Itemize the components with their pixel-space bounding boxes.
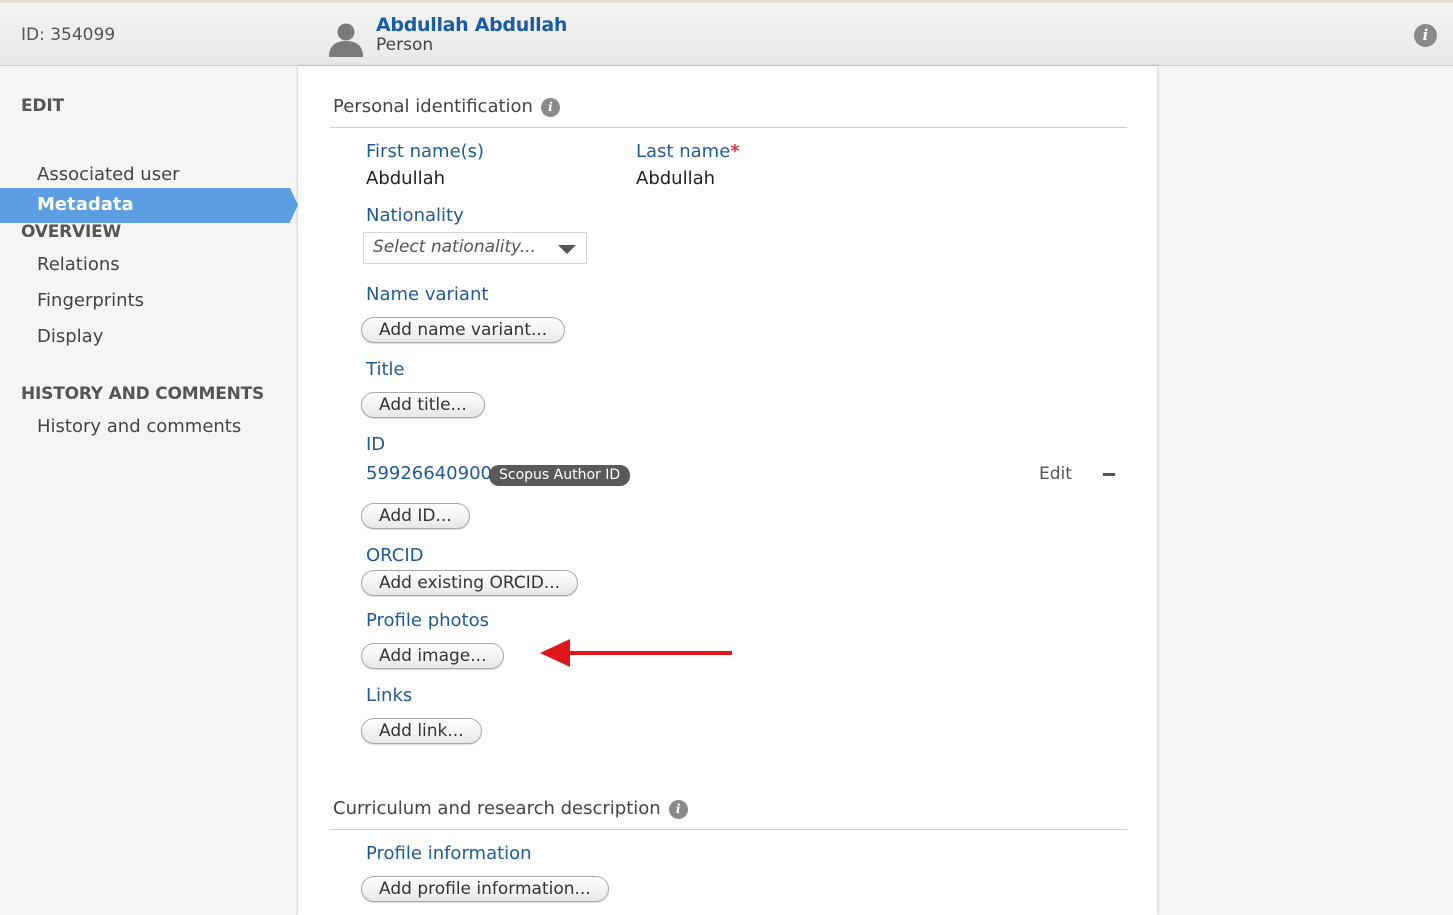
help-icon[interactable]: i <box>540 97 560 117</box>
record-type: Person <box>376 35 434 55</box>
sidebar-section-overview: OVERVIEW <box>21 222 122 242</box>
add-link-button[interactable]: Add link... <box>361 718 482 744</box>
sidebar-item-associated-user[interactable]: Associated user <box>37 164 180 185</box>
title-label: Title <box>366 359 405 380</box>
section-divider <box>330 127 1127 128</box>
last-name-label-text: Last name <box>636 141 731 162</box>
nationality-label: Nationality <box>366 205 464 226</box>
section-divider <box>330 829 1127 830</box>
add-image-button[interactable]: Add image... <box>361 643 505 669</box>
person-name-link[interactable]: Abdullah Abdullah <box>376 14 567 36</box>
add-id-button[interactable]: Add ID... <box>361 503 470 529</box>
name-variant-label: Name variant <box>366 284 489 305</box>
first-name-value: Abdullah <box>366 168 446 189</box>
section-title-text: Personal identification <box>333 96 533 117</box>
required-marker: * <box>730 141 740 162</box>
edit-id-link[interactable]: Edit <box>1039 464 1072 484</box>
add-orcid-button[interactable]: Add existing ORCID... <box>361 570 579 596</box>
main-panel: Personal identification i First name(s) A… <box>298 66 1157 915</box>
sidebar-section-history: HISTORY AND COMMENTS <box>21 384 265 404</box>
section-title-text: Curriculum and research description <box>333 798 661 819</box>
last-name-label: Last name* <box>636 141 740 162</box>
sidebar: EDIT Metadata Associated user OVERVIEW R… <box>0 67 298 915</box>
info-icon[interactable]: i <box>1414 24 1437 47</box>
add-name-variant-button[interactable]: Add name variant... <box>361 317 566 343</box>
section-title-curriculum: Curriculum and research description i <box>333 798 688 819</box>
profile-photos-label: Profile photos <box>366 610 489 631</box>
header-bar: ID: 354099 Abdullah Abdullah Person i <box>0 3 1453 66</box>
last-name-value: Abdullah <box>636 168 716 189</box>
arrow-head <box>540 639 570 667</box>
first-name-label: First name(s) <box>366 141 485 162</box>
record-id: ID: 354099 <box>21 25 116 45</box>
id-type-badge: Scopus Author ID <box>489 465 631 486</box>
links-label: Links <box>366 685 413 706</box>
section-title-personal-identification: Personal identification i <box>333 96 560 117</box>
add-title-button[interactable]: Add title... <box>361 392 485 418</box>
nationality-placeholder: Select nationality... <box>373 237 537 257</box>
help-icon[interactable]: i <box>668 799 688 819</box>
orcid-label: ORCID <box>366 545 424 566</box>
nationality-select[interactable]: Select nationality... <box>363 232 587 264</box>
remove-id-icon[interactable] <box>1103 473 1115 476</box>
sidebar-item-relations[interactable]: Relations <box>37 254 120 275</box>
id-value-link[interactable]: 59926640900 <box>366 463 492 484</box>
profile-information-label: Profile information <box>366 843 532 864</box>
annotation-arrow <box>540 639 732 667</box>
sidebar-item-label: Metadata <box>37 194 134 215</box>
id-label: ID <box>366 434 386 455</box>
person-avatar-icon <box>329 23 363 57</box>
sidebar-item-fingerprints[interactable]: Fingerprints <box>37 290 144 311</box>
sidebar-item-display[interactable]: Display <box>37 326 103 347</box>
add-profile-information-button[interactable]: Add profile information... <box>361 876 609 902</box>
sidebar-section-edit: EDIT <box>21 96 64 116</box>
chevron-down-icon <box>558 245 576 254</box>
sidebar-item-metadata[interactable]: Metadata <box>0 188 298 223</box>
sidebar-item-history-and-comments[interactable]: History and comments <box>37 416 241 437</box>
